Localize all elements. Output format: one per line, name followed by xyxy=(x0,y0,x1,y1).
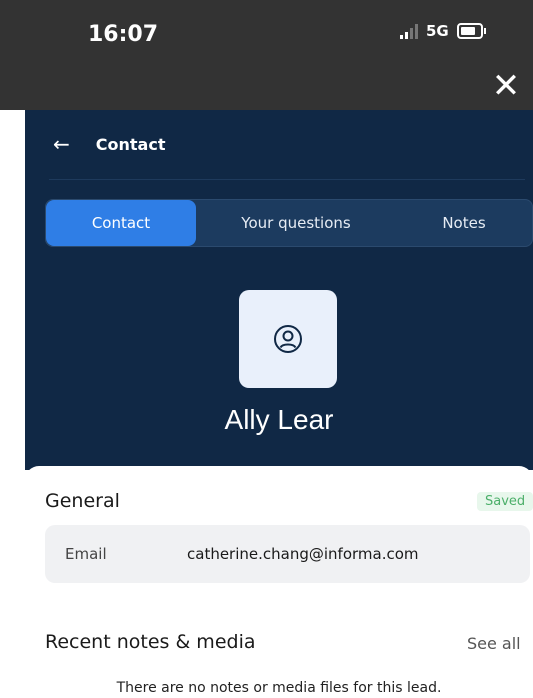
status-time: 16:07 xyxy=(88,22,159,47)
back-arrow-icon[interactable]: ← xyxy=(53,132,70,156)
details-sheet: General Saved Email catherine.chang@info… xyxy=(25,466,533,698)
tab-bar: Contact Your questions Notes xyxy=(45,199,533,247)
recent-notes-title: Recent notes & media xyxy=(45,631,256,653)
empty-state-message: There are no notes or media files for th… xyxy=(116,680,442,696)
user-icon xyxy=(274,325,302,353)
general-section-title: General xyxy=(45,490,120,512)
header-row: ← Contact xyxy=(53,132,165,156)
status-bar: 16:07 5G ✕ xyxy=(0,0,533,110)
email-field[interactable]: Email catherine.chang@informa.com xyxy=(45,525,530,583)
status-badge: Saved xyxy=(477,492,533,511)
tab-your-questions[interactable]: Your questions xyxy=(196,200,396,246)
status-indicators: 5G xyxy=(400,22,486,40)
email-value: catherine.chang@informa.com xyxy=(187,545,419,563)
contact-header-panel: ← Contact Contact Your questions Notes A… xyxy=(25,110,533,470)
tab-notes[interactable]: Notes xyxy=(396,200,532,246)
signal-icon xyxy=(400,23,418,39)
see-all-link[interactable]: See all xyxy=(467,634,521,653)
tab-contact[interactable]: Contact xyxy=(46,200,196,246)
battery-icon xyxy=(456,23,486,39)
email-label: Email xyxy=(65,545,107,563)
avatar xyxy=(239,290,337,388)
contact-name: Ally Lear xyxy=(224,404,334,435)
header-divider xyxy=(49,179,525,180)
network-label: 5G xyxy=(426,22,449,40)
page-title: Contact xyxy=(95,134,166,154)
close-icon[interactable]: ✕ xyxy=(490,69,522,103)
